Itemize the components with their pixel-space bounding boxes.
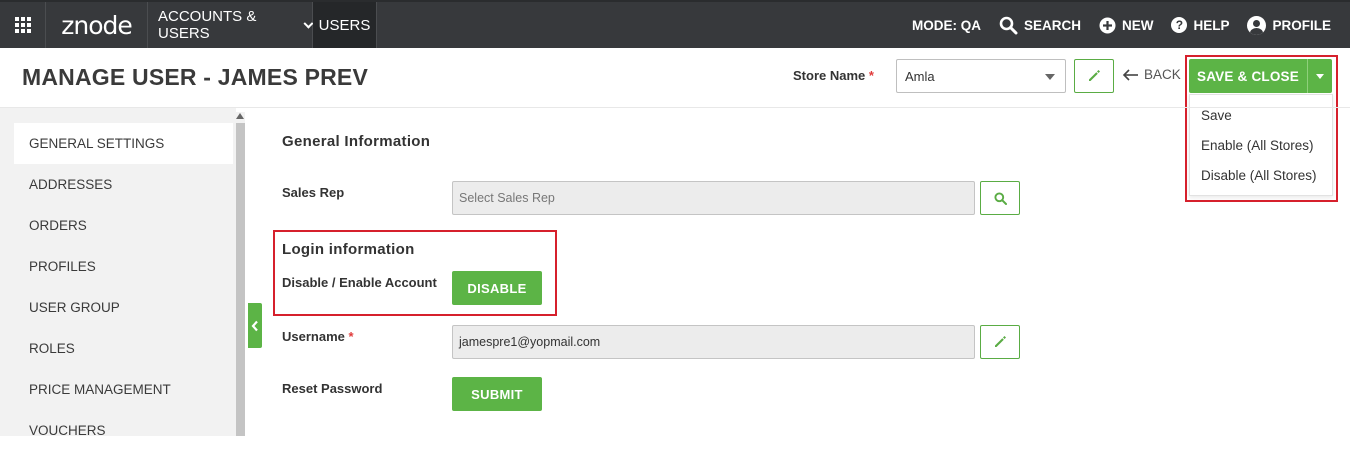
nav-search-label: SEARCH [1023, 17, 1081, 33]
highlight-box [273, 230, 557, 316]
logo-text: znode [61, 10, 133, 40]
nav-profile[interactable]: PROFILE [1247, 15, 1331, 35]
nav-help-label: HELP [1193, 17, 1230, 33]
scroll-up-arrow-icon[interactable] [236, 113, 244, 119]
sidebar-item-user-group[interactable]: USER GROUP [14, 287, 233, 328]
sidebar-item-vouchers[interactable]: VOUCHERS [14, 410, 233, 451]
store-name-label: Store Name * [793, 68, 874, 83]
sidebar-item-addresses[interactable]: ADDRESSES [14, 164, 233, 205]
nav-users-tab[interactable]: USERS [313, 2, 377, 48]
top-navbar: znode ACCOUNTS & USERS USERS MODE: QA SE… [0, 0, 1350, 48]
nav-new-label: NEW [1121, 17, 1154, 33]
search-icon [999, 16, 1018, 35]
nav-help[interactable]: ? HELP [1171, 17, 1229, 33]
sidebar: GENERAL SETTINGS ADDRESSES ORDERS PROFIL… [0, 108, 236, 438]
pencil-icon [1089, 70, 1100, 81]
sidebar-item-orders[interactable]: ORDERS [14, 205, 233, 246]
search-icon [993, 191, 1007, 205]
apps-menu-button[interactable] [0, 2, 46, 48]
sidebar-scroll-thumb[interactable] [236, 123, 245, 436]
chevron-left-icon [251, 320, 258, 331]
store-name-value: Amla [905, 69, 935, 84]
edit-store-button[interactable] [1074, 59, 1114, 93]
apps-grid-icon [14, 17, 31, 33]
nav-users-label: USERS [318, 16, 371, 34]
required-marker: * [348, 329, 354, 344]
help-circle-icon: ? [1171, 17, 1188, 33]
edit-username-button[interactable] [980, 325, 1020, 359]
sidebar-item-general-settings[interactable]: GENERAL SETTINGS [14, 123, 233, 164]
reset-password-label: Reset Password [282, 381, 383, 396]
submit-reset-password-button[interactable]: SUBMIT [452, 377, 542, 411]
nav-profile-label: PROFILE [1272, 17, 1331, 33]
page-title: MANAGE USER - JAMES PREV [22, 64, 369, 90]
user-circle-icon [1247, 15, 1267, 35]
arrow-left-icon [1122, 68, 1138, 81]
sidebar-item-profiles[interactable]: PROFILES [14, 246, 233, 287]
sales-rep-placeholder: Select Sales Rep [459, 191, 555, 205]
sales-rep-input[interactable]: Select Sales Rep [452, 181, 975, 215]
username-input[interactable]: jamespre1@yopmail.com [452, 325, 975, 359]
nav-accounts-users[interactable]: ACCOUNTS & USERS [148, 2, 314, 48]
nav-right-actions: MODE: QA SEARCH NEW ? HELP PROFILE [912, 2, 1350, 48]
back-label: BACK [1144, 67, 1181, 82]
znode-logo[interactable]: znode [46, 2, 148, 48]
username-label: Username * [282, 329, 354, 344]
sidebar-item-roles[interactable]: ROLES [14, 328, 233, 369]
mode-label: MODE: QA [911, 17, 981, 33]
sidebar-item-price-management[interactable]: PRICE MANAGEMENT [14, 369, 233, 410]
required-marker: * [868, 68, 874, 83]
highlight-box [1185, 55, 1338, 202]
nav-new[interactable]: NEW [1099, 17, 1154, 34]
caret-down-icon [1045, 74, 1055, 80]
username-value: jamespre1@yopmail.com [459, 335, 601, 349]
plus-circle-icon [1099, 17, 1116, 34]
back-link[interactable]: BACK [1122, 67, 1181, 82]
store-name-text: Store Name [793, 68, 866, 83]
collapse-sidebar-button[interactable] [248, 303, 262, 348]
pencil-icon [995, 336, 1006, 347]
general-information-heading: General Information [282, 133, 431, 150]
mode-indicator: MODE: QA [912, 18, 981, 33]
nav-search[interactable]: SEARCH [999, 16, 1081, 35]
sales-rep-search-button[interactable] [980, 181, 1020, 215]
sales-rep-label: Sales Rep [282, 185, 345, 200]
nav-accounts-label: ACCOUNTS & USERS [158, 8, 257, 42]
store-name-select[interactable]: Amla [896, 59, 1066, 93]
username-label-text: Username [282, 329, 345, 344]
